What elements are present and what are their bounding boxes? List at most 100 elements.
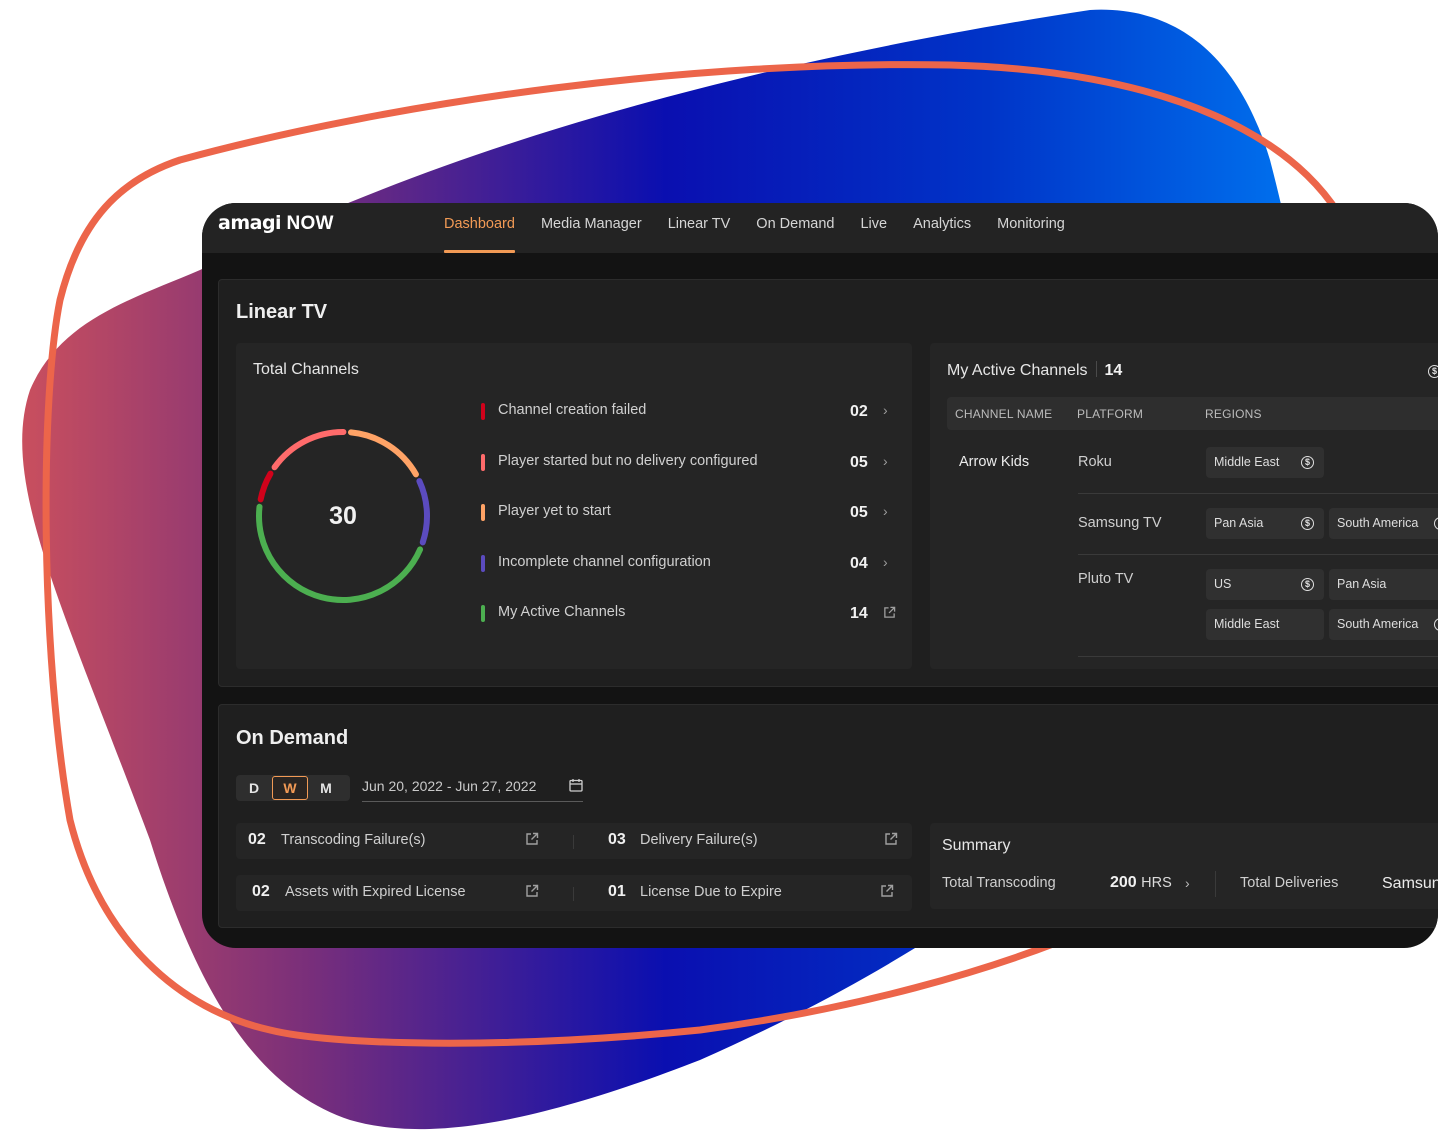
status-row-active-channels[interactable]: My Active Channels 14 [481, 599, 901, 650]
active-channels-header: My Active Channels 14 [947, 361, 1122, 380]
nav-live[interactable]: Live [860, 203, 887, 253]
linear-tv-panel: Linear TV Total Channels 30 Channel crea… [218, 279, 1438, 687]
row-divider [1078, 493, 1438, 494]
issue-label: Delivery Failure(s) [640, 832, 758, 848]
monetization-icon: $ [1434, 517, 1438, 530]
total-transcoding-value: 200 HRS [1110, 874, 1172, 891]
monetization-icon: $ [1301, 578, 1314, 591]
channel-name-cell[interactable]: Arrow Kids [959, 454, 1029, 470]
nav-analytics[interactable]: Analytics [913, 203, 971, 253]
date-range-value: Jun 20, 2022 - Jun 27, 2022 [362, 778, 537, 794]
top-nav-bar: amagi NOW Dashboard Media Manager Linear… [202, 203, 1438, 253]
issue-label: Assets with Expired License [285, 884, 466, 900]
channel-status-list: Channel creation failed 02 › Player star… [481, 397, 901, 650]
issue-count: 03 [608, 831, 626, 848]
row-divider [1078, 554, 1438, 555]
external-link-icon[interactable] [884, 832, 898, 846]
issue-count: 02 [252, 883, 270, 900]
chevron-right-icon[interactable]: › [883, 453, 888, 469]
platform-cell: Roku [1078, 454, 1112, 470]
region-chip[interactable]: Pan Asia $ [1206, 508, 1324, 539]
calendar-icon[interactable] [569, 778, 583, 792]
status-label: Player yet to start [498, 503, 611, 519]
nav-monitoring[interactable]: Monitoring [997, 203, 1065, 253]
status-color-bar [481, 403, 485, 420]
region-chip[interactable]: South America $ [1329, 609, 1438, 640]
status-color-bar [481, 554, 485, 572]
main-nav: Dashboard Media Manager Linear TV On Dem… [444, 203, 1091, 253]
active-channels-title: My Active Channels [947, 362, 1088, 379]
status-color-bar [481, 605, 485, 622]
region-chip[interactable]: Middle East [1206, 609, 1324, 640]
chevron-right-icon[interactable]: › [1185, 875, 1190, 891]
issues-row: 02 Transcoding Failure(s) 03 Delivery Fa… [236, 823, 912, 859]
column-regions[interactable]: REGIONS [1205, 407, 1262, 421]
period-day-button[interactable]: D [236, 776, 272, 800]
linear-tv-title: Linear TV [236, 301, 328, 323]
nav-media-manager[interactable]: Media Manager [541, 203, 642, 253]
total-transcoding-label: Total Transcoding [942, 875, 1056, 891]
status-count: 14 [850, 605, 868, 622]
status-label: Incomplete channel configuration [498, 553, 711, 570]
platform-cell: Samsung TV [1078, 515, 1162, 531]
total-channels-count: 30 [329, 501, 357, 530]
app-window: amagi NOW Dashboard Media Manager Linear… [202, 203, 1438, 948]
issue-count: 02 [248, 831, 266, 848]
on-demand-panel: On Demand D W M Jun 20, 2022 - Jun 27, 2… [218, 704, 1438, 928]
status-row-incomplete-config[interactable]: Incomplete channel configuration 04 › [481, 549, 901, 600]
chevron-right-icon[interactable]: › [883, 503, 888, 519]
divider [573, 835, 574, 849]
column-platform[interactable]: PLATFORM [1077, 407, 1143, 421]
region-chip[interactable]: Middle East $ [1206, 447, 1324, 478]
column-channel-name[interactable]: CHANNEL NAME [955, 407, 1052, 421]
date-range-picker[interactable]: Jun 20, 2022 - Jun 27, 2022 [362, 775, 583, 802]
table-header: CHANNEL NAME PLATFORM REGIONS [947, 397, 1438, 430]
issue-count: 01 [608, 883, 626, 900]
chevron-right-icon[interactable]: › [883, 554, 888, 570]
summary-card: Summary Total Transcoding 200 HRS › Tota… [930, 823, 1438, 909]
status-count: 05 [850, 453, 868, 471]
platform-cell: Pluto TV [1078, 571, 1134, 587]
monetization-icon: $ [1301, 456, 1314, 469]
status-row-yet-to-start[interactable]: Player yet to start 05 › [481, 498, 901, 549]
chevron-right-icon[interactable]: › [883, 402, 888, 418]
total-deliveries-platform: Samsung [1382, 875, 1438, 892]
status-color-bar [481, 504, 485, 521]
active-channels-count: 14 [1104, 362, 1123, 379]
status-label: Player started but no delivery configure… [498, 452, 758, 469]
summary-title: Summary [942, 837, 1011, 854]
nav-dashboard[interactable]: Dashboard [444, 203, 515, 253]
nav-linear-tv[interactable]: Linear TV [668, 203, 731, 253]
region-chip[interactable]: South America $ [1329, 508, 1438, 539]
issues-row: 02 Assets with Expired License 01 Licens… [236, 875, 912, 911]
total-deliveries-label: Total Deliveries [1240, 875, 1339, 891]
nav-on-demand[interactable]: On Demand [756, 203, 834, 253]
region-chip[interactable]: Pan Asia [1329, 569, 1438, 600]
external-link-icon[interactable] [525, 884, 539, 898]
total-channels-title: Total Channels [253, 361, 359, 378]
monetization-icon[interactable]: $ [1428, 365, 1438, 378]
status-label: My Active Channels [498, 604, 626, 620]
status-row-creation-failed[interactable]: Channel creation failed 02 › [481, 397, 901, 448]
monetization-icon: $ [1301, 517, 1314, 530]
external-link-icon[interactable] [880, 884, 894, 898]
title-divider [1095, 361, 1097, 377]
status-count: 02 [850, 403, 868, 420]
divider [573, 887, 574, 901]
app-logo[interactable]: amagi NOW [218, 212, 334, 235]
issue-label: Transcoding Failure(s) [281, 832, 426, 848]
period-week-button[interactable]: W [272, 776, 308, 800]
external-link-icon[interactable] [525, 832, 539, 846]
status-count: 05 [850, 504, 868, 521]
total-channels-card: Total Channels 30 Channel creation faile… [236, 343, 912, 669]
region-chip[interactable]: US $ [1206, 569, 1324, 600]
status-label: Channel creation failed [498, 402, 647, 418]
period-month-button[interactable]: M [308, 776, 344, 800]
on-demand-title: On Demand [236, 727, 349, 749]
monetization-icon: $ [1434, 618, 1438, 631]
period-toggle: D W M [236, 775, 350, 801]
divider [1215, 871, 1216, 897]
status-row-no-delivery[interactable]: Player started but no delivery configure… [481, 448, 901, 499]
external-link-icon[interactable] [883, 606, 896, 622]
status-color-bar [481, 453, 485, 471]
